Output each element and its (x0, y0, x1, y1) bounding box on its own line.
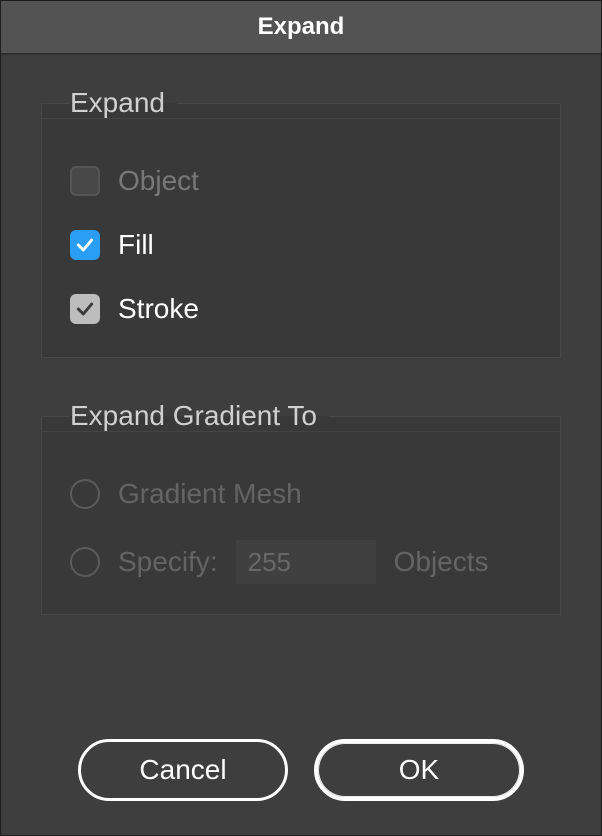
group-gradient-legend: Expand Gradient To (70, 400, 329, 432)
checkmark-icon (75, 299, 95, 319)
label-gradient-mesh: Gradient Mesh (118, 478, 302, 510)
expand-dialog: Expand Expand Object Fill Stroke (0, 0, 602, 836)
dialog-title: Expand (258, 13, 345, 41)
checkbox-fill[interactable] (70, 230, 100, 260)
group-gradient: Expand Gradient To Gradient Mesh Specify… (41, 400, 561, 615)
group-expand-legend: Expand (70, 87, 177, 119)
dialog-titlebar: Expand (1, 1, 601, 55)
ok-button[interactable]: OK (314, 739, 524, 801)
label-object: Object (118, 165, 199, 197)
group-expand: Expand Object Fill Stroke (41, 87, 561, 358)
cancel-button[interactable]: Cancel (78, 739, 288, 801)
label-specify: Specify: (118, 546, 218, 578)
dialog-footer: Cancel OK (1, 739, 601, 801)
input-specify-value: 255 (248, 547, 291, 578)
label-specify-suffix: Objects (394, 546, 489, 578)
cancel-button-label: Cancel (139, 754, 226, 786)
row-stroke[interactable]: Stroke (70, 291, 532, 327)
radio-specify (70, 547, 100, 577)
ok-button-label: OK (399, 754, 439, 786)
checkmark-icon (75, 235, 95, 255)
label-fill: Fill (118, 229, 154, 261)
label-stroke: Stroke (118, 293, 199, 325)
radio-gradient-mesh (70, 479, 100, 509)
input-specify-objects: 255 (236, 540, 376, 584)
checkbox-stroke[interactable] (70, 294, 100, 324)
row-object: Object (70, 163, 532, 199)
row-fill[interactable]: Fill (70, 227, 532, 263)
row-specify: Specify: 255 Objects (70, 540, 532, 584)
checkbox-object (70, 166, 100, 196)
dialog-body: Expand Object Fill Stroke Expand Gradien… (1, 55, 601, 835)
row-gradient-mesh: Gradient Mesh (70, 476, 532, 512)
